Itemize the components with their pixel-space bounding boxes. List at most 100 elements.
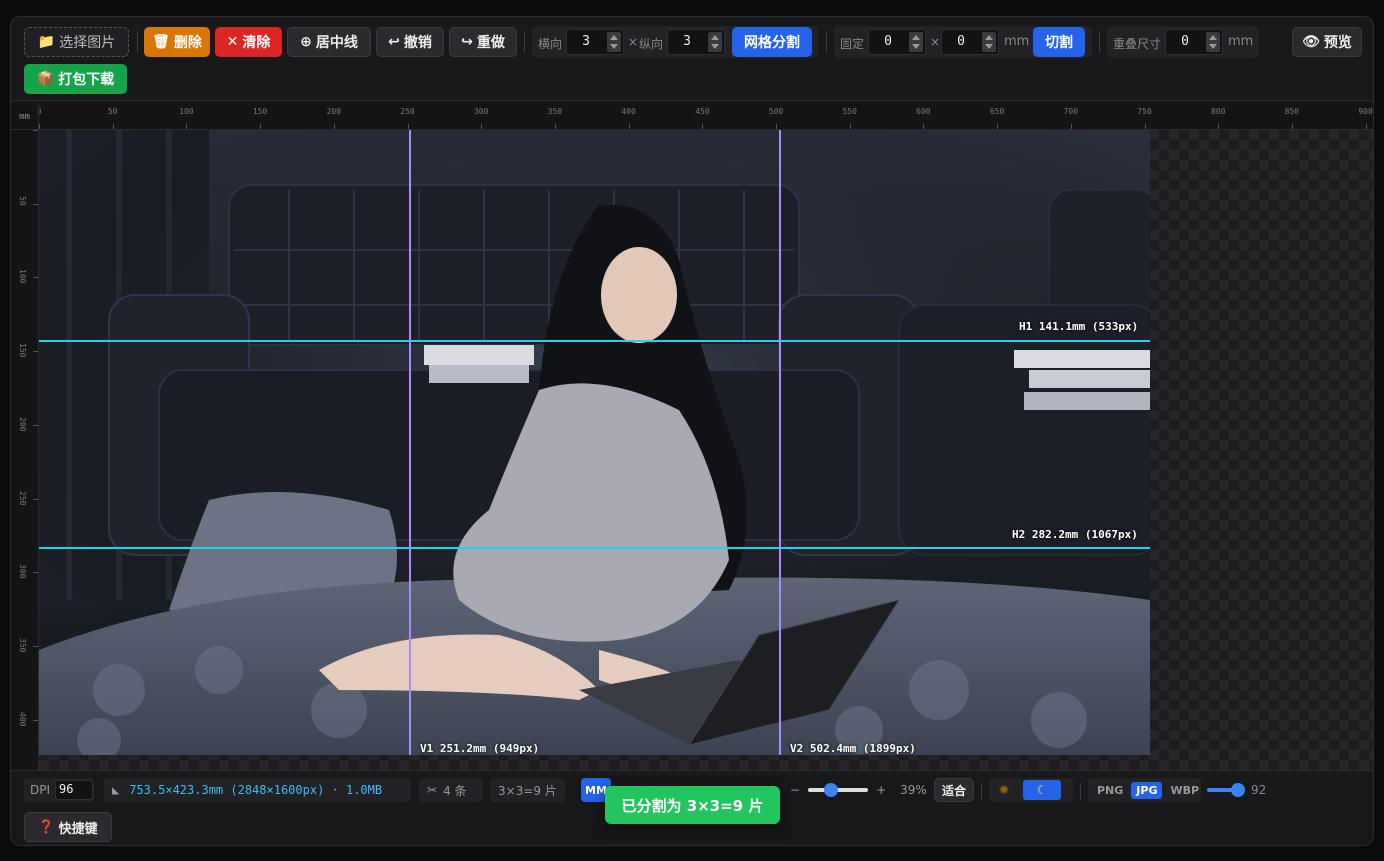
separator (1080, 783, 1081, 799)
ruler-tick-label: 150 (252, 107, 268, 116)
redo-label: 重做 (476, 35, 505, 51)
quality-slider[interactable] (1207, 783, 1246, 797)
crosshair-icon: ⊕ (300, 34, 312, 50)
dpi-input[interactable]: 96 (55, 780, 94, 800)
dpi-label: DPI (30, 783, 51, 797)
delete-button[interactable]: 🗑 删除 (144, 27, 210, 57)
image-dimensions: 753.5×423.3mm (2848×1600px) · 1.0MB (129, 783, 383, 797)
folder-icon: 📁 (37, 34, 56, 50)
ruler-unit: mm (11, 102, 39, 130)
ruler-tick-label: 800 (1210, 107, 1226, 116)
ruler-tick: 500 (769, 102, 783, 129)
theme-toggle: ✺ ☾ (989, 778, 1073, 802)
zoom-slider[interactable] (808, 783, 869, 797)
spinner-arrows-icon[interactable] (607, 32, 621, 52)
fixed-height-value: 0 (957, 34, 965, 49)
zoom-value: 39% (900, 783, 927, 797)
ruler-tick: 50 (11, 196, 38, 205)
redo-button[interactable]: ↪ 重做 (449, 27, 517, 57)
preview-button[interactable]: 👁 预览 (1292, 27, 1362, 57)
guide-label-v2: V2 502.4mm (1899px) (790, 742, 916, 755)
pack-download-label: 打包下载 (58, 72, 115, 88)
format-webp-option[interactable]: WBP (1170, 784, 1199, 797)
ruler-tick: 900 (1358, 102, 1373, 129)
spinner-arrows-icon[interactable] (909, 32, 923, 52)
undo-button[interactable]: ↩ 撤销 (376, 27, 444, 57)
ruler-tick: 650 (990, 102, 1004, 129)
spinner-arrows-icon[interactable] (708, 32, 722, 52)
vertical-label: 纵向 (639, 37, 664, 51)
vertical-guide-v2[interactable] (779, 130, 781, 755)
image-canvas[interactable]: H1 141.1mm (533px) H2 282.2mm (1067px) V… (39, 130, 1373, 770)
ruler-tick: 50 (108, 102, 118, 129)
horizontal-guide-h2[interactable] (39, 547, 1150, 549)
package-icon: 📦 (36, 71, 55, 87)
overlap-value: 0 (1181, 34, 1189, 49)
delete-label: 删除 (173, 35, 202, 51)
line-count-value: 4 条 (443, 783, 467, 798)
ruler-tick-label: 50 (18, 195, 27, 206)
zoom-out-button[interactable]: − (790, 783, 800, 797)
vertical-ruler: 0 50 100 150 200 250 300 350 400 (11, 130, 39, 770)
shortcuts-button[interactable]: ❓ 快捷键 (24, 812, 112, 842)
quality-slider-thumb[interactable] (1231, 783, 1246, 797)
zoom-in-button[interactable]: + (876, 783, 886, 797)
moon-icon[interactable]: ☾ (1023, 780, 1062, 800)
format-jpg-option[interactable]: JPG (1131, 781, 1163, 799)
overlap-input[interactable]: 0 (1165, 29, 1223, 55)
redo-icon: ↪ (461, 34, 473, 50)
spinner-arrows-icon[interactable] (1206, 32, 1220, 52)
close-icon: ✕ (226, 34, 239, 50)
toolbar: 📁 选择图片 🗑 删除 ✕ 清除 ⊕ 居中线 ↩ 撤销 ↪ 重做 横向 3 × … (11, 17, 1373, 101)
unit-mm-label: MM (585, 783, 607, 797)
ruler-tick: 550 (842, 102, 857, 129)
ruler-tick: 250 (11, 491, 38, 505)
ruler-tick: 300 (11, 564, 38, 579)
fixed-height-input[interactable]: 0 (941, 29, 999, 55)
guide-label-h2: H2 282.2mm (1067px) (1012, 528, 1138, 541)
ruler-tick: 250 (400, 102, 415, 129)
toast-message: 已分割为 3×3=9 片 (621, 796, 764, 815)
ruler-tick-label: 150 (18, 343, 27, 358)
fixed-width-input[interactable]: 0 (868, 29, 926, 55)
spinner-arrows-icon[interactable] (982, 32, 996, 52)
ruler-tick: 400 (621, 102, 636, 129)
guide-label-h1: H1 141.1mm (533px) (1019, 320, 1139, 333)
clear-button[interactable]: ✕ 清除 (215, 27, 282, 57)
vertical-guide-v1[interactable] (409, 130, 411, 755)
zoom-slider-thumb[interactable] (824, 783, 839, 797)
ruler-tick-label: 50 (107, 107, 118, 116)
grid-summary-value: 3×3=9 片 (498, 783, 557, 798)
cut-button[interactable]: 切割 (1033, 27, 1085, 57)
separator (137, 31, 138, 53)
dpi-control: DPI 96 (24, 778, 94, 802)
fit-button[interactable]: 适合 (934, 778, 974, 802)
format-png-option[interactable]: PNG (1097, 784, 1123, 797)
ruler-tick: 850 (1285, 102, 1299, 129)
separator (1099, 31, 1100, 53)
sun-icon[interactable]: ✺ (999, 783, 1009, 797)
grid-split-group: 横向 3 × 纵向 3 网格分割 (532, 26, 818, 58)
select-image-button[interactable]: 📁 选择图片 (24, 27, 129, 57)
ruler-tick: 400 (11, 712, 38, 726)
ruler-tick-label: 400 (18, 711, 27, 727)
center-line-button[interactable]: ⊕ 居中线 (287, 27, 371, 57)
ruler-tick: 700 (1064, 102, 1078, 129)
ruler-tick: 150 (11, 343, 38, 358)
ruler-tick-label: 850 (1284, 107, 1300, 116)
undo-label: 撤销 (403, 35, 432, 51)
horizontal-guide-h1[interactable] (39, 340, 1150, 342)
horizontal-count-input[interactable]: 3 (566, 29, 624, 55)
ruler-tick-label: 750 (1137, 107, 1152, 116)
grid-split-button[interactable]: 网格分割 (732, 27, 812, 57)
ruler-tick-label: 350 (547, 107, 563, 116)
loaded-image (39, 130, 1150, 755)
overlap-group: 重叠尺寸 0 mm (1107, 26, 1259, 58)
horizontal-ruler: 0 50 100 150 200 250 300 350 400 450 500 550 600 650 7… (39, 102, 1373, 130)
vertical-count-input[interactable]: 3 (667, 29, 725, 55)
ruler-tick: 200 (11, 417, 38, 431)
overlap-label: 重叠尺寸 (1113, 37, 1162, 51)
status-bar: DPI 96 ◣ 753.5×423.3mm (2848×1600px) · 1… (11, 770, 1373, 845)
ruler-tick-label: 450 (695, 107, 710, 116)
pack-download-button[interactable]: 📦 打包下载 (24, 64, 127, 94)
